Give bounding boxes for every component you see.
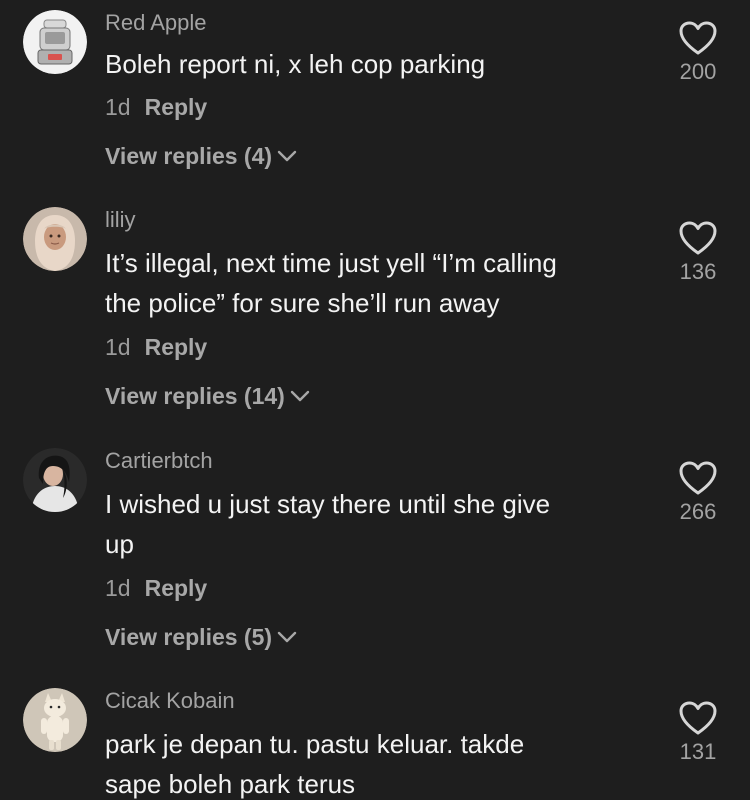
comment-text-line: Boleh report ni, x leh cop parking — [105, 49, 486, 79]
view-replies-label: View replies (5) — [105, 624, 273, 650]
person-avatar-icon — [23, 448, 87, 512]
view-replies-button[interactable]: View replies (5) — [105, 624, 298, 651]
like-button[interactable]: 131 — [668, 700, 728, 765]
comment-text: It’s illegal, next time just yell “I’m c… — [105, 243, 635, 323]
heart-icon — [679, 701, 717, 735]
avatar[interactable] — [23, 448, 87, 512]
comment-text: I wished u just stay there until she giv… — [105, 484, 635, 564]
comment-text-line: the police” for sure she’ll run away — [105, 288, 500, 318]
comment-text-line: up — [105, 529, 134, 559]
comment-username[interactable]: Cicak Kobain — [105, 688, 235, 714]
like-button[interactable]: 266 — [668, 460, 728, 525]
comment-time: 1d — [105, 334, 131, 360]
reply-button[interactable]: Reply — [145, 334, 208, 360]
chevron-down-icon — [277, 632, 297, 643]
comment-time: 1d — [105, 575, 131, 601]
comment-username[interactable]: Cartierbtch — [105, 448, 213, 474]
like-count: 200 — [679, 59, 717, 84]
avatar[interactable] — [23, 207, 87, 271]
comment-text: park je depan tu. pastu keluar. takde sa… — [105, 724, 635, 800]
comment-text-line: It’s illegal, next time just yell “I’m c… — [105, 248, 557, 278]
heart-icon — [679, 461, 717, 495]
avatar[interactable] — [23, 10, 87, 74]
comment-meta: 1d Reply — [105, 94, 207, 121]
comment-text-line: sape boleh park terus — [105, 769, 356, 799]
like-count: 136 — [679, 259, 717, 284]
like-count: 266 — [679, 499, 717, 524]
avatar[interactable] — [23, 688, 87, 752]
cat-avatar-icon — [23, 688, 87, 752]
like-button[interactable]: 136 — [668, 220, 728, 285]
chevron-down-icon — [290, 391, 310, 402]
comment-meta: 1d Reply — [105, 575, 207, 602]
comment-meta: 1d Reply — [105, 334, 207, 361]
comment-text-line: park je depan tu. pastu keluar. takde — [105, 729, 525, 759]
heart-icon — [679, 221, 717, 255]
reply-button[interactable]: Reply — [145, 575, 208, 601]
view-replies-button[interactable]: View replies (14) — [105, 383, 311, 410]
view-replies-button[interactable]: View replies (4) — [105, 143, 298, 170]
like-button[interactable]: 200 — [668, 20, 728, 85]
hijab-person-avatar-icon — [23, 207, 87, 271]
comment-feed: Red Apple Boleh report ni, x leh cop par… — [0, 0, 750, 800]
heart-icon — [679, 21, 717, 55]
like-count: 131 — [679, 739, 717, 764]
comment-username[interactable]: liliy — [105, 207, 136, 233]
comment-text-line: I wished u just stay there until she giv… — [105, 489, 551, 519]
view-replies-label: View replies (14) — [105, 383, 285, 409]
kitchen-appliance-avatar-icon — [23, 10, 87, 74]
comment-time: 1d — [105, 94, 131, 120]
view-replies-label: View replies (4) — [105, 143, 273, 169]
chevron-down-icon — [277, 151, 297, 162]
comment-text: Boleh report ni, x leh cop parking — [105, 44, 635, 84]
reply-button[interactable]: Reply — [145, 94, 208, 120]
comment-username[interactable]: Red Apple — [105, 10, 207, 36]
